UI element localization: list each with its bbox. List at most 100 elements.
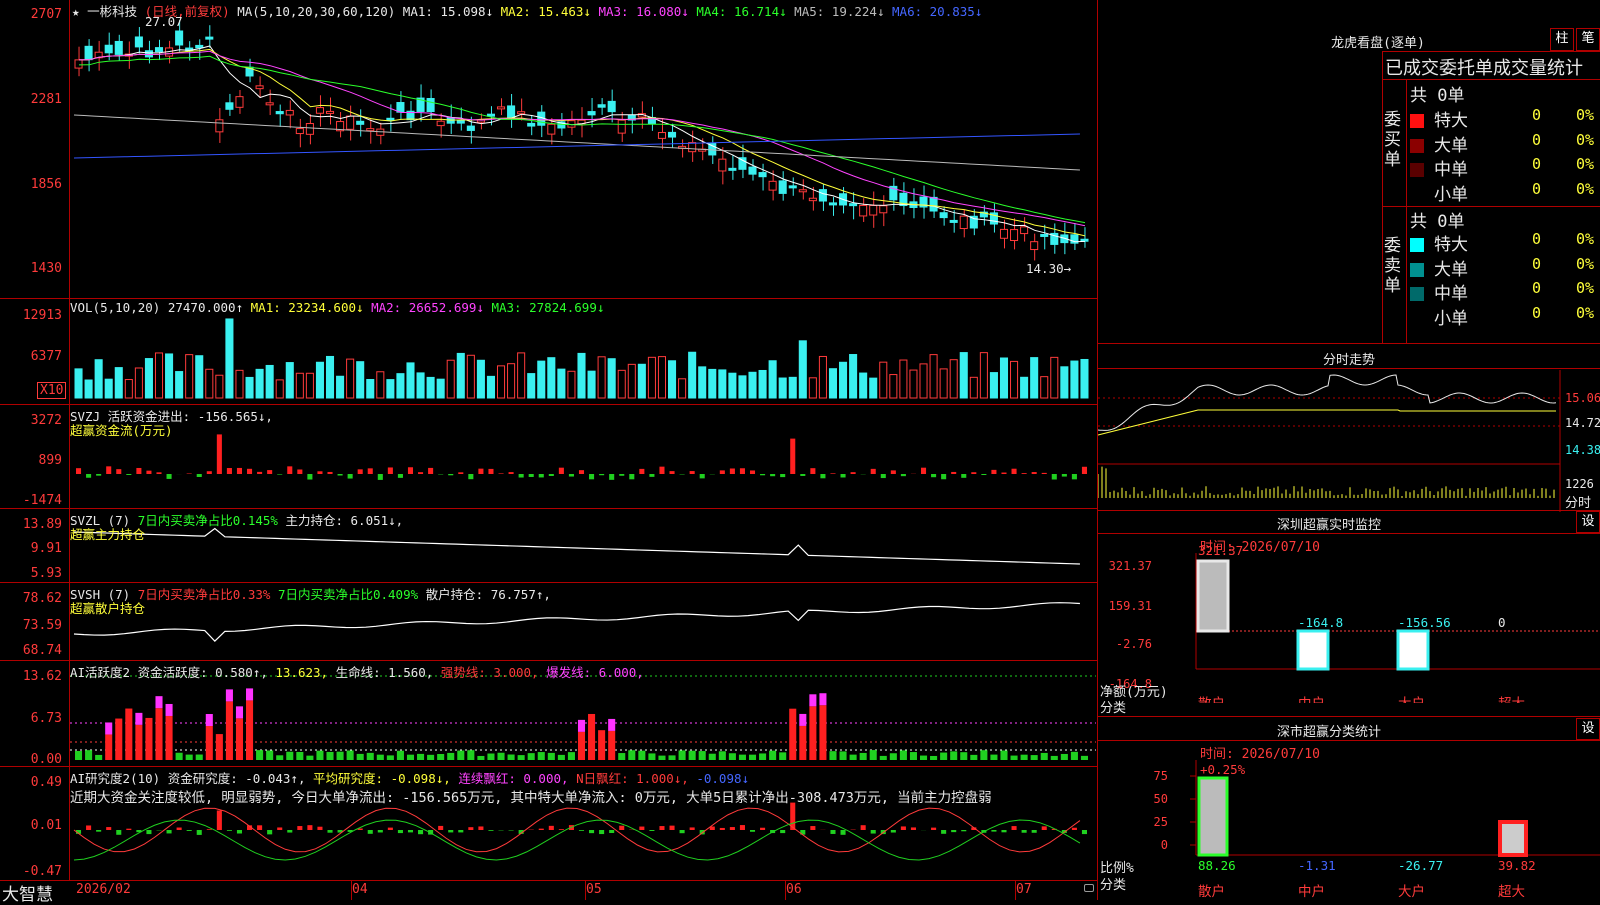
research-bar (207, 829, 212, 830)
candle-body (226, 103, 233, 109)
vol-unit-badge: X10 (37, 382, 66, 399)
intraday-y-tick: 15.06 (1565, 391, 1600, 405)
candle-body (799, 190, 806, 192)
monitor-settings-button[interactable]: 设 (1576, 511, 1600, 533)
activity-bar (387, 755, 394, 760)
volume-bar (608, 359, 615, 398)
research-bar (448, 830, 453, 832)
tick-view-button[interactable]: 笔 (1576, 28, 1600, 51)
class-x-label: 超大 (1498, 884, 1525, 900)
activity-bar-top (105, 722, 112, 734)
intraday-chart[interactable] (1098, 370, 1600, 512)
class-chart: 7550250+0.25%88.26-1.31-26.7739.82散户中户大户… (1098, 740, 1600, 900)
candle-body (850, 204, 857, 206)
activity-bar (85, 750, 92, 760)
buy-name: 中单 (1434, 160, 1468, 180)
monitor-x-label: 中户 (1298, 695, 1325, 703)
class-value: 39.82 (1498, 858, 1536, 873)
activity-bar (1011, 756, 1018, 760)
volume-bar (789, 377, 796, 398)
class-settings-button[interactable]: 设 (1576, 718, 1600, 740)
activity-bar (75, 751, 82, 760)
flow-bar (871, 469, 876, 474)
activity-bar (669, 755, 676, 760)
volume-bar (367, 379, 374, 398)
flow-bar (106, 466, 111, 474)
research-line (74, 808, 1080, 852)
research-bar (941, 830, 946, 834)
activity-bar (186, 755, 193, 760)
svsh-t3: 散户持仓: 76.757↑, (426, 587, 551, 602)
activity-bar (819, 705, 826, 760)
flow-bar (599, 474, 604, 475)
y-tick: 73.59 (0, 618, 62, 633)
monitor-bar (1398, 631, 1428, 669)
buy-name: 特大 (1434, 111, 1468, 131)
volume-bar (528, 374, 535, 398)
activity-bar (1071, 752, 1078, 760)
volume-bar (407, 363, 414, 398)
kline-chart-canvas[interactable] (0, 0, 1098, 900)
candle-body (266, 103, 273, 105)
candle-body (326, 111, 333, 113)
candle-body (487, 114, 494, 116)
candle-body (497, 107, 504, 109)
flow-bar (227, 468, 232, 474)
candle-body (176, 31, 183, 45)
y-tick: 13.89 (0, 517, 62, 532)
activity-bar-top (166, 704, 173, 716)
volume-bar (95, 360, 102, 398)
buy-name: 大单 (1434, 136, 1468, 156)
activity-bar (890, 753, 897, 760)
candle-body (588, 112, 595, 115)
research-bar (891, 830, 896, 833)
flow-bar (750, 470, 755, 474)
bar-view-button[interactable]: 柱 (1550, 28, 1574, 51)
activity-bar (518, 755, 525, 760)
candle-body (75, 60, 82, 68)
activity-bar (467, 750, 474, 760)
flow-bar (1052, 474, 1057, 480)
volume-bar (729, 373, 736, 398)
color-swatch-icon (1410, 287, 1424, 301)
lock-icon[interactable] (1084, 884, 1094, 892)
volume-bar (578, 353, 585, 398)
y-tick: 78.62 (0, 591, 62, 606)
activity-bar (809, 706, 816, 760)
volume-bar (648, 357, 655, 398)
kline-panel[interactable] (0, 0, 1098, 900)
activity-bar (870, 750, 877, 760)
volume-bar (840, 362, 847, 398)
activity-bar (860, 753, 867, 760)
divider (1098, 343, 1600, 344)
flow-bar (851, 472, 856, 474)
candle-body (216, 120, 223, 132)
holding-line (74, 528, 1080, 564)
activity-bar-top (578, 720, 585, 732)
research-bar (649, 830, 654, 831)
activity-bar (196, 755, 203, 760)
candle-body (669, 132, 676, 137)
research-bar (690, 827, 695, 830)
volume-bar (910, 370, 917, 398)
svsh-t1: 7日内买卖净占比0.33% (138, 587, 271, 602)
panel-divider (0, 880, 1098, 881)
candle-body (1011, 230, 1018, 241)
volume-bar (638, 364, 645, 398)
buy-count: 0 (1532, 180, 1541, 198)
activity-bar (1041, 753, 1048, 760)
monitor-chart: 321.37159.31-2.76-164.8321.37-164.8-156.… (1098, 533, 1600, 703)
favorite-star-icon[interactable]: ★ (72, 4, 80, 19)
research-bar (468, 827, 473, 830)
flow-bar (86, 474, 91, 478)
flow-bar (126, 474, 131, 475)
candle-body (467, 126, 474, 130)
activity-bar (125, 709, 132, 760)
research-bar (327, 830, 332, 833)
flow-bar (629, 474, 634, 479)
buy-row: 小单 (1410, 180, 1468, 205)
volume-bar (860, 373, 867, 398)
activity-bar (970, 755, 977, 760)
candle-body (1041, 234, 1048, 236)
vol-value: 27470.000↑ (168, 300, 243, 315)
